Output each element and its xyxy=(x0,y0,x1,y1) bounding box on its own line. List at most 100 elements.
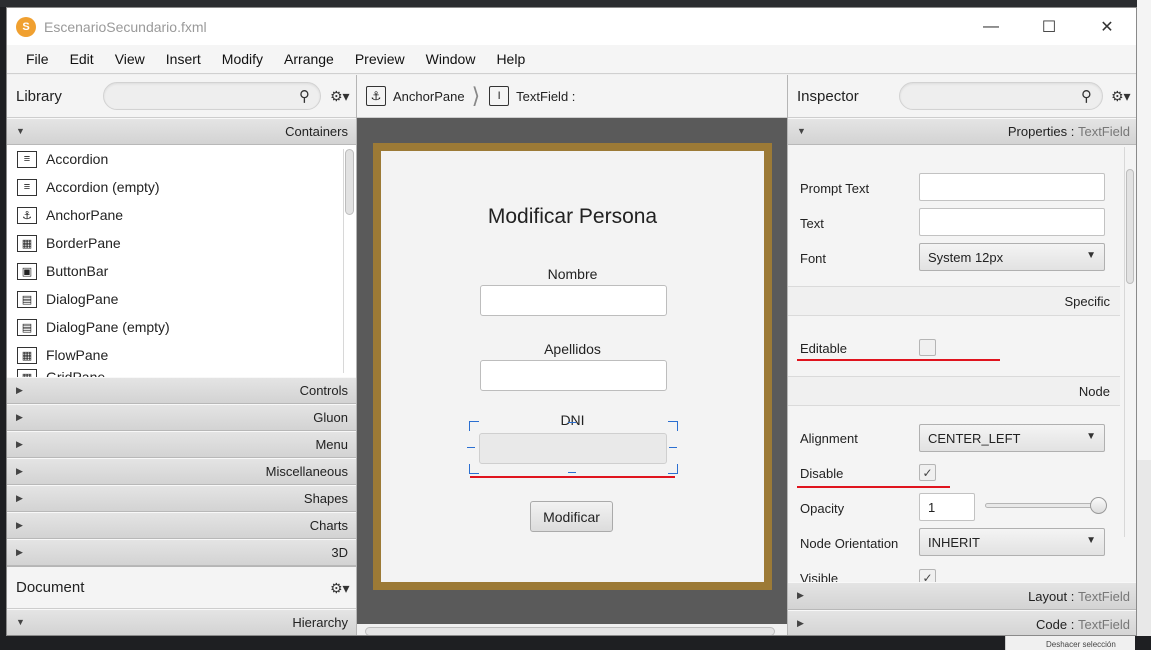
menu-arrange[interactable]: Arrange xyxy=(274,51,345,67)
design-canvas[interactable]: Modificar Persona Nombre Apellidos DNI M… xyxy=(357,118,787,624)
accordion-icon: ≡ xyxy=(17,150,37,168)
selection-handle[interactable] xyxy=(568,422,576,428)
inspector-gear-icon[interactable]: ⚙▾ xyxy=(1111,88,1131,105)
anchorpane-form[interactable]: Modificar Persona Nombre Apellidos DNI M… xyxy=(381,151,764,582)
node-orientation-select[interactable]: INHERIT ▼ xyxy=(919,528,1105,556)
menu-preview[interactable]: Preview xyxy=(345,51,416,67)
chevron-right-icon: ▶ xyxy=(16,412,23,422)
list-item[interactable]: ▦ FlowPane xyxy=(7,341,356,369)
properties-body: Prompt Text Text Font System 12px ▼ Spec… xyxy=(788,145,1120,556)
selection-handle[interactable] xyxy=(469,464,479,474)
library-search-input[interactable]: ⚲ xyxy=(103,82,321,110)
caret-down-icon: ▼ xyxy=(1086,250,1096,261)
inspector-search-input[interactable]: ⚲ xyxy=(899,82,1103,110)
menu-edit[interactable]: Edit xyxy=(60,51,105,67)
background-context-menu: Deshacer selección xyxy=(1005,636,1135,650)
opacity-label: Opacity xyxy=(800,501,845,516)
selection-handle[interactable] xyxy=(668,421,678,431)
caret-down-icon: ▼ xyxy=(1086,431,1096,442)
chevron-right-icon: ▶ xyxy=(16,547,23,557)
maximize-icon[interactable]: ☐ xyxy=(1020,8,1078,45)
prompt-text-field[interactable] xyxy=(919,173,1105,201)
list-item[interactable]: ▣ ButtonBar xyxy=(7,257,356,285)
menu-insert[interactable]: Insert xyxy=(156,51,212,67)
chevron-right-icon: ⟩ xyxy=(471,83,481,108)
chevron-right-icon: ▶ xyxy=(16,439,23,449)
text-label: Text xyxy=(800,216,824,231)
selection-handle[interactable] xyxy=(467,447,475,448)
list-item[interactable]: ▤ DialogPane xyxy=(7,285,356,313)
editable-checkbox[interactable] xyxy=(919,339,936,356)
search-icon: ⚲ xyxy=(1081,88,1092,105)
chevron-down-icon: ▼ xyxy=(16,617,25,627)
disable-checkbox[interactable]: ✓ xyxy=(919,464,936,481)
disable-label: Disable xyxy=(800,466,844,481)
inspector-section-code[interactable]: ▶ Code : TextField xyxy=(788,610,1136,635)
selection-handle[interactable] xyxy=(568,467,576,473)
list-item[interactable]: ▤ DialogPane (empty) xyxy=(7,313,356,341)
node-category: Node xyxy=(788,376,1120,406)
selection-handle[interactable] xyxy=(668,464,678,474)
text-field[interactable] xyxy=(919,208,1105,236)
canvas-horizontal-scrollbar[interactable] xyxy=(357,624,787,635)
font-label: Font xyxy=(800,251,827,266)
opacity-slider-knob[interactable] xyxy=(1090,497,1107,514)
library-section-charts[interactable]: ▶ Charts xyxy=(7,512,356,539)
library-section-shapes[interactable]: ▶ Shapes xyxy=(7,485,356,512)
breadcrumb-anchorpane[interactable]: AnchorPane xyxy=(393,89,465,104)
menu-view[interactable]: View xyxy=(105,51,156,67)
red-underline-annotation xyxy=(797,359,1000,361)
alignment-select[interactable]: CENTER_LEFT ▼ xyxy=(919,424,1105,452)
list-item[interactable]: ▦ GridPane xyxy=(7,369,356,377)
document-section-hierarchy[interactable]: ▼ Hierarchy xyxy=(7,609,356,635)
chevron-down-icon: ▼ xyxy=(16,126,25,136)
dni-field[interactable] xyxy=(479,433,667,464)
chevron-right-icon: ▶ xyxy=(16,493,23,503)
menu-help[interactable]: Help xyxy=(486,51,536,67)
library-scrollbar[interactable] xyxy=(343,149,354,373)
list-item[interactable]: ≡ Accordion (empty) xyxy=(7,173,356,201)
inspector-section-properties[interactable]: ▼ Properties : TextField xyxy=(788,118,1136,145)
list-item[interactable]: ⚓ AnchorPane xyxy=(7,201,356,229)
editable-label: Editable xyxy=(800,341,847,356)
library-section-containers[interactable]: ▼ Containers xyxy=(7,118,356,145)
selection-handle[interactable] xyxy=(669,447,677,448)
textfield-icon: I xyxy=(489,86,510,106)
chevron-right-icon: ▶ xyxy=(797,618,804,628)
close-icon[interactable]: ✕ xyxy=(1078,8,1136,45)
library-containers-list: ≡ Accordion ≡ Accordion (empty) ⚓ Anchor… xyxy=(7,145,356,377)
menu-file[interactable]: File xyxy=(16,51,60,67)
background-editor-bottom: Deshacer selección xyxy=(0,636,1151,650)
menu-modify[interactable]: Modify xyxy=(212,51,274,67)
library-section-controls[interactable]: ▶ Controls xyxy=(7,377,356,404)
caret-down-icon: ▼ xyxy=(1086,535,1096,546)
library-gear-icon[interactable]: ⚙▾ xyxy=(330,88,350,105)
buttonbar-icon: ▣ xyxy=(17,262,37,280)
list-item[interactable]: ▦ BorderPane xyxy=(7,229,356,257)
library-section-gluon[interactable]: ▶ Gluon xyxy=(7,404,356,431)
document-gear-icon[interactable]: ⚙▾ xyxy=(330,580,350,597)
minimize-icon[interactable]: — xyxy=(962,8,1020,45)
font-select[interactable]: System 12px ▼ xyxy=(919,243,1105,271)
breadcrumb-textfield[interactable]: TextField : xyxy=(516,89,575,104)
menu-window[interactable]: Window xyxy=(416,51,487,67)
apellidos-field[interactable] xyxy=(480,360,667,391)
inspector-scrollbar[interactable] xyxy=(1124,147,1134,537)
background-editor-top xyxy=(0,0,1151,7)
opacity-field[interactable]: 1 xyxy=(919,493,975,521)
node-orientation-label: Node Orientation xyxy=(800,536,899,551)
prompt-text-label: Prompt Text xyxy=(800,181,870,196)
menu-bar: File Edit View Insert Modify Arrange Pre… xyxy=(7,45,1136,74)
nombre-field[interactable] xyxy=(480,285,667,316)
list-item[interactable]: ≡ Accordion xyxy=(7,145,356,173)
inspector-section-layout[interactable]: ▶ Layout : TextField xyxy=(788,582,1136,610)
library-section-miscellaneous[interactable]: ▶ Miscellaneous xyxy=(7,458,356,485)
library-section-menu[interactable]: ▶ Menu xyxy=(7,431,356,458)
library-title: Library xyxy=(16,87,62,105)
red-underline-annotation xyxy=(470,476,675,478)
library-section-3d[interactable]: ▶ 3D xyxy=(7,539,356,566)
borderpane-icon: ▦ xyxy=(17,234,37,252)
selection-handle[interactable] xyxy=(469,421,479,431)
modificar-button[interactable]: Modificar xyxy=(530,501,613,532)
opacity-slider-track[interactable] xyxy=(985,503,1100,508)
